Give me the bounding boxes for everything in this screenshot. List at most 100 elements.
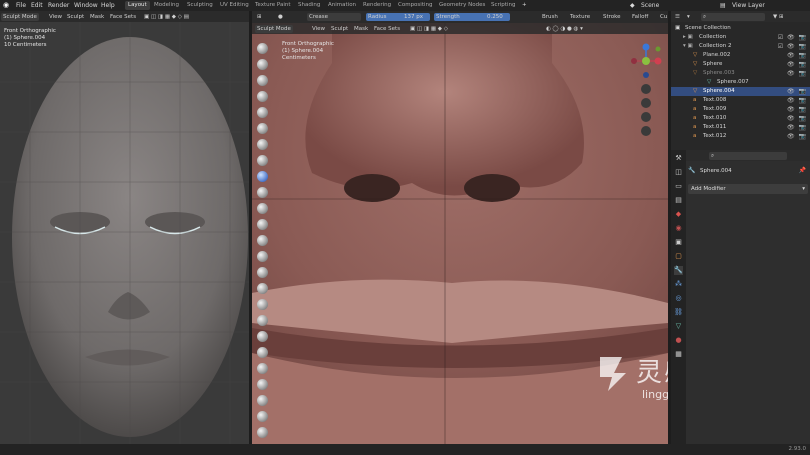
tool-tab-icon[interactable]: ⚒ (674, 154, 683, 163)
render-tab-icon[interactable]: ◫ (674, 168, 683, 177)
outliner-row[interactable]: ▾ ▣ Collection 2 ☑ 👁 📷 (671, 42, 810, 51)
thumb-brush-icon[interactable] (257, 331, 268, 342)
radius-value[interactable]: 137 px (402, 13, 425, 21)
clay-strips-brush-icon[interactable] (257, 91, 268, 102)
rotate-brush-icon[interactable] (257, 379, 268, 390)
right-sculpt-menu[interactable]: Sculpt (329, 25, 350, 33)
outliner-search-icon[interactable]: ⌕ (701, 13, 765, 21)
tool-icon[interactable]: ⊞ (255, 13, 264, 21)
modifier-tab-icon[interactable]: 🔧 (674, 266, 683, 275)
inflate-brush-icon[interactable] (257, 139, 268, 150)
menu-edit[interactable]: Edit (31, 2, 43, 9)
visibility-icons[interactable]: ☑ 👁 📷 (778, 33, 807, 42)
slide-relax-icon[interactable] (257, 395, 268, 406)
crease-brush-icon[interactable] (257, 171, 268, 182)
right-3d-viewport[interactable]: Sculpt Mode View Sculpt Mask Face Sets ▣… (252, 23, 668, 444)
falloff-menu[interactable]: Falloff (630, 13, 650, 21)
visibility-icons[interactable]: 👁 📷 (787, 132, 807, 141)
left-sculpt-menu[interactable]: Sculpt (65, 13, 86, 21)
tab-geometry-nodes[interactable]: Geometry Nodes (436, 1, 488, 10)
tab-rendering[interactable]: Rendering (360, 1, 394, 10)
brush-sphere-icon[interactable]: ● (276, 13, 285, 21)
visibility-icons[interactable]: 👁 📷 (787, 51, 807, 60)
fill-brush-icon[interactable] (257, 219, 268, 230)
texture-tab-icon[interactable]: ▦ (674, 350, 683, 359)
right-mask-menu[interactable]: Mask (352, 25, 370, 33)
visibility-icons[interactable]: 👁 📷 (787, 96, 807, 105)
z-axis-icon[interactable] (642, 43, 650, 51)
constraints-tab-icon[interactable]: ⛓ (674, 308, 683, 317)
tab-animation[interactable]: Animation (325, 1, 359, 10)
add-modifier-dropdown[interactable]: Add Modifier ▾ (688, 184, 808, 194)
tab-sculpting[interactable]: Sculpting (184, 1, 216, 10)
menu-render[interactable]: Render (48, 2, 69, 9)
tab-modeling[interactable]: Modeling (151, 1, 182, 10)
world-tab-icon[interactable]: ◉ (674, 224, 683, 233)
visibility-icons[interactable]: 👁 📷 (787, 114, 807, 123)
physics-tab-icon[interactable]: ◎ (674, 294, 683, 303)
outliner-row[interactable]: a Text.011 👁 📷 (671, 123, 810, 132)
object-tab-icon[interactable]: ▢ (674, 252, 683, 261)
outliner-row[interactable]: ▽ Sphere 👁 📷 (671, 60, 810, 69)
particles-tab-icon[interactable]: ⁂ (674, 280, 683, 289)
scene-tab-icon[interactable]: ◆ (674, 210, 683, 219)
view-layer-selector[interactable]: View Layer (732, 2, 765, 9)
right-view-menu[interactable]: View (310, 25, 327, 33)
navigation-gizmo[interactable] (624, 41, 664, 141)
clay-thumb-brush-icon[interactable] (257, 107, 268, 118)
visibility-icons[interactable]: 👁 📷 (787, 105, 807, 114)
symmetry-icons[interactable]: ▣ ◫ ◨ ▦ ◆ ◇ (408, 25, 450, 33)
ortho-grid-icon[interactable] (641, 126, 651, 136)
tab-compositing[interactable]: Compositing (395, 1, 435, 10)
nudge-brush-icon[interactable] (257, 363, 268, 374)
blender-logo-icon[interactable]: ◉ (3, 1, 9, 9)
neg-x-axis-icon[interactable] (631, 58, 637, 64)
brush-menu[interactable]: Brush (540, 13, 560, 21)
left-header-icons[interactable]: ▣ ◫ ◨ ▦ ◆ ◇ ▤ (142, 13, 191, 21)
brush-name-field[interactable]: Crease (307, 13, 361, 21)
grab-brush-icon[interactable] (257, 283, 268, 294)
outliner-row[interactable]: a Text.008 👁 📷 (671, 96, 810, 105)
layer-brush-icon[interactable] (257, 123, 268, 134)
visibility-icons[interactable]: 👁 📷 (787, 60, 807, 69)
material-tab-icon[interactable]: ● (674, 336, 683, 345)
properties-search-icon[interactable]: ⌕ (709, 152, 787, 160)
cursor-menu[interactable]: Cu (658, 13, 669, 21)
outliner-row[interactable]: ▸ ▣ Collection ☑ 👁 📷 (671, 33, 810, 42)
left-view-menu[interactable]: View (47, 13, 64, 21)
draw-brush-icon[interactable] (257, 43, 268, 54)
visibility-icons[interactable]: 👁 📷 (787, 123, 807, 132)
tab-texture-paint[interactable]: Texture Paint (252, 1, 294, 10)
texture-menu[interactable]: Texture (568, 13, 592, 21)
tab-uv-editing[interactable]: UV Editing (217, 1, 252, 10)
add-workspace-icon[interactable]: + (519, 1, 530, 10)
flatten-brush-icon[interactable] (257, 203, 268, 214)
tab-scripting[interactable]: Scripting (488, 1, 518, 10)
visibility-icons[interactable]: 👁 📷 (787, 87, 807, 96)
strength-value[interactable]: 0.250 (485, 13, 505, 21)
left-3d-viewport[interactable]: Sculpt Mode View Sculpt Mask Face Sets ▣… (0, 11, 249, 444)
outliner-row[interactable]: a Text.012 👁 📷 (671, 132, 810, 141)
left-mode-dropdown[interactable]: Sculpt Mode (1, 13, 39, 21)
menu-file[interactable]: File (16, 2, 26, 9)
left-face-sets-menu[interactable]: Face Sets (108, 13, 138, 21)
visibility-icons[interactable]: ☑ 👁 📷 (778, 42, 807, 51)
pan-hand-icon[interactable] (641, 98, 651, 108)
outliner-row[interactable]: a Text.010 👁 📷 (671, 114, 810, 123)
outliner-row[interactable]: a Text.009 👁 📷 (671, 105, 810, 114)
pose-brush-icon[interactable] (257, 347, 268, 358)
outliner-row[interactable]: ▽ Sphere.007 (671, 78, 810, 87)
right-mode-dropdown[interactable]: Sculpt Mode (255, 25, 293, 33)
left-mask-menu[interactable]: Mask (88, 13, 106, 21)
stroke-menu[interactable]: Stroke (601, 13, 623, 21)
outliner-row-selected[interactable]: ▽ Sphere.004 👁 📷 (671, 87, 810, 96)
draw-sharp-brush-icon[interactable] (257, 59, 268, 70)
outliner-editor-icon[interactable]: ☰ (673, 13, 682, 21)
elastic-deform-icon[interactable] (257, 299, 268, 310)
collection-tab-icon[interactable]: ▣ (674, 238, 683, 247)
cloth-brush-icon[interactable] (257, 427, 268, 438)
pin-icon[interactable]: 📌 (799, 166, 806, 176)
scrape-brush-icon[interactable] (257, 235, 268, 246)
outliner-display-icon[interactable]: ▾ (685, 13, 692, 21)
right-face-sets-menu[interactable]: Face Sets (372, 25, 402, 33)
